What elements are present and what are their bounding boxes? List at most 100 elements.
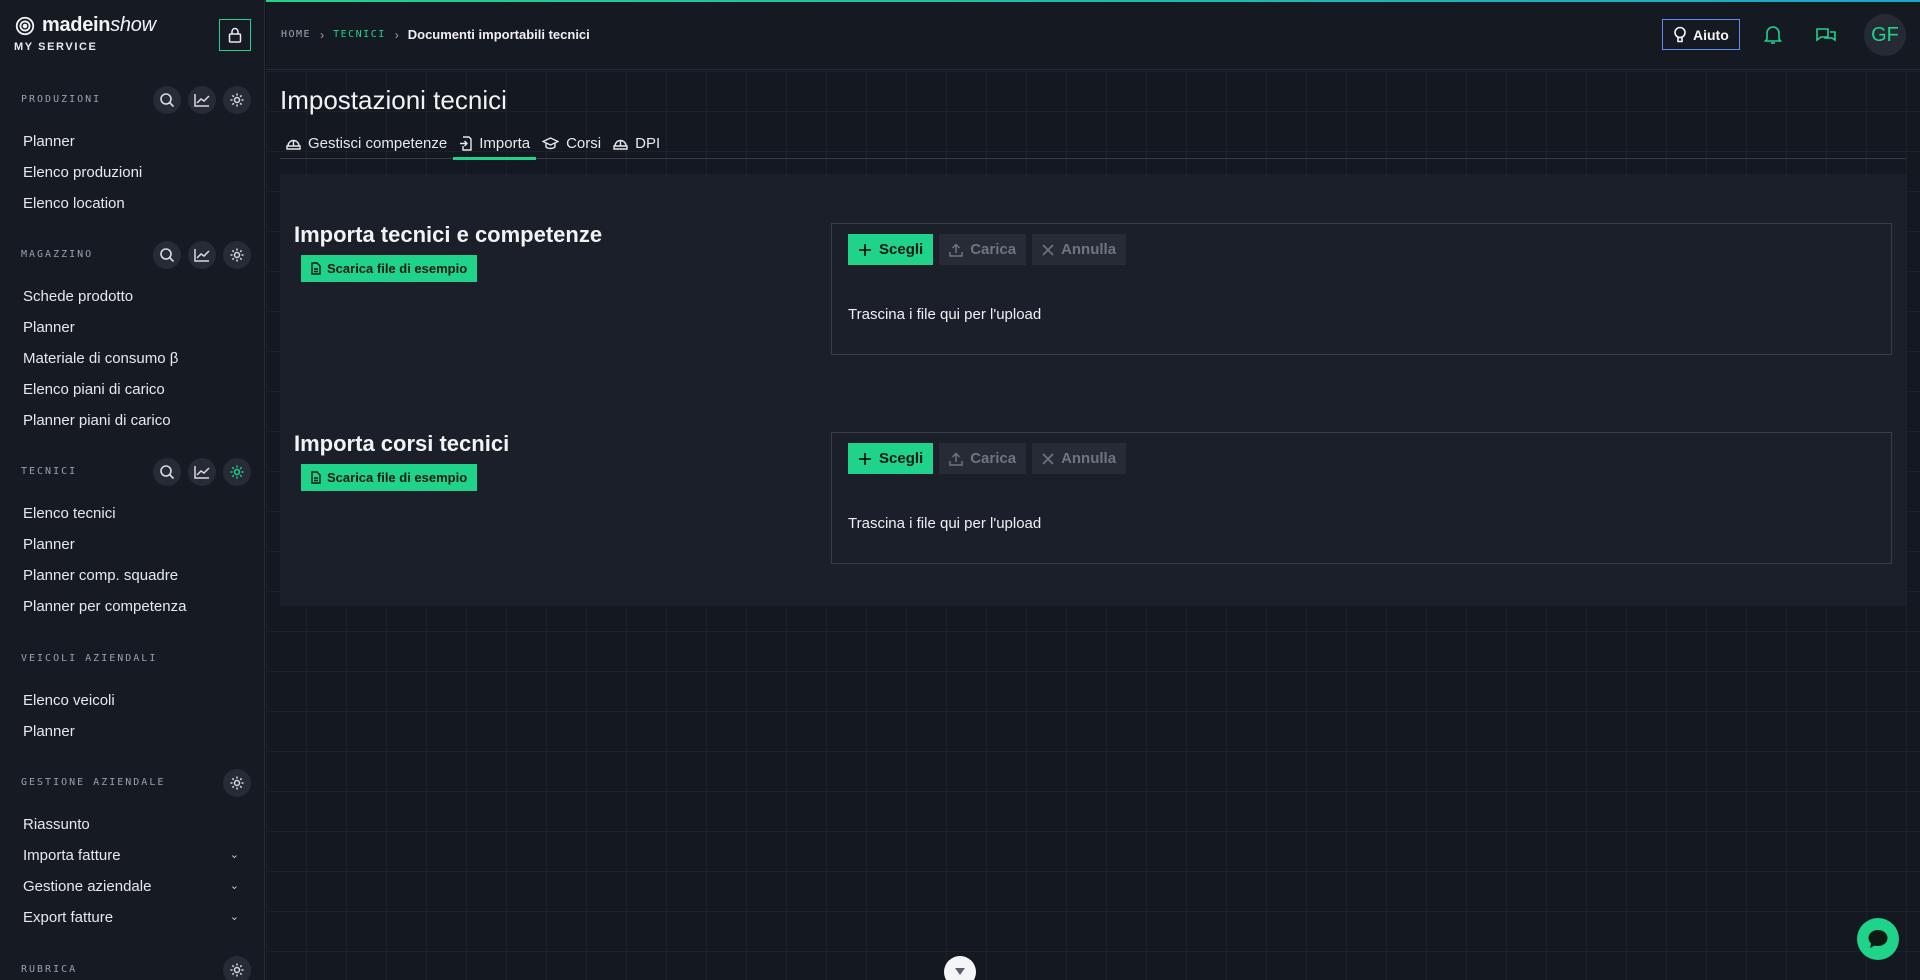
file-upload-dropzone[interactable]: Scegli Carica Annulla Trascina i file qu… [831,432,1892,564]
avatar[interactable]: GF [1864,14,1906,56]
close-icon [1042,452,1054,465]
chat-icon [1868,930,1888,948]
search-icon[interactable] [153,458,181,486]
sidebar-item-materiale-consumo[interactable]: Materiale di consumo β [0,343,264,374]
breadcrumb: HOME › TECNICI › Documenti importabili t… [281,27,590,42]
sidebar-item-planner-comp-squadre[interactable]: Planner comp. squadre [0,560,264,591]
section-title: PRODUZIONI [21,94,102,105]
scroll-down-button[interactable] [944,956,976,980]
file-icon [311,262,321,275]
close-icon [1042,243,1054,256]
chat-support-button[interactable] [1857,918,1899,960]
chevron-right-icon: › [394,27,399,42]
search-icon[interactable] [153,86,181,114]
chevron-down-icon [955,968,965,975]
import-title: Importa corsi tecnici [294,431,510,456]
search-icon[interactable] [153,241,181,269]
choose-file-button[interactable]: Scegli [848,443,934,474]
tab-importa[interactable]: Importa [453,127,536,160]
sidebar-item-planner[interactable]: Planner [0,312,264,343]
section-title: TECNICI [21,466,78,477]
sidebar-item-schede-prodotto[interactable]: Schede prodotto [0,281,264,312]
chat-bubbles-icon[interactable] [1814,23,1838,47]
dropzone-hint: Trascina i file qui per l'upload [848,515,1042,532]
chevron-right-icon: › [320,27,325,42]
import-panel: Importa tecnici e competenze Scarica fil… [280,174,1906,606]
breadcrumb-tecnici[interactable]: TECNICI [333,29,386,40]
upload-icon [949,451,963,466]
cancel-button[interactable]: Annulla [1032,443,1127,474]
section-title: RUBRICA [21,964,78,975]
download-sample-button[interactable]: Scarica file di esempio [301,464,478,491]
chevron-down-icon: ⌄ [229,911,239,923]
sidebar-section-veicoli: VEICOLI AZIENDALI Elenco veicoli Planner [0,643,264,747]
chart-icon[interactable] [188,86,216,114]
sidebar-item-riassunto[interactable]: Riassunto [0,809,264,840]
sidebar-item-planner-piani-carico[interactable]: Planner piani di carico [0,405,264,436]
file-upload-dropzone[interactable]: Scegli Carica Annulla Trascina i file qu… [831,223,1892,355]
bell-icon[interactable] [1761,23,1785,47]
gear-icon[interactable] [223,769,251,797]
upload-button[interactable]: Carica [939,234,1027,265]
choose-file-button[interactable]: Scegli [848,234,934,265]
lock-sidebar-button[interactable] [219,19,251,51]
chevron-down-icon: ⌄ [229,849,239,861]
helmet-icon [286,139,301,150]
plus-icon [859,452,871,465]
dropzone-hint: Trascina i file qui per l'upload [848,306,1042,323]
tab-corsi[interactable]: Corsi [536,127,607,159]
tab-gestisci-competenze[interactable]: Gestisci competenze [280,127,453,159]
tab-dpi[interactable]: DPI [607,127,666,159]
cancel-button[interactable]: Annulla [1032,234,1127,265]
section-title: VEICOLI AZIENDALI [21,653,158,664]
brand-name: madeinshow [42,14,156,36]
sidebar-item-gestione-aziendale[interactable]: Gestione aziendale ⌄ [0,871,264,902]
sidebar-section-tecnici: TECNICI Elenco tecnici Planner Planner c… [0,456,264,622]
brand[interactable]: madeinshow MY SERVICE [14,14,156,53]
upload-icon [949,242,963,257]
brand-logo-icon [15,16,35,35]
sidebar-section-magazzino: MAGAZZINO Schede prodotto Planner Materi… [0,239,264,436]
tab-bar: Gestisci competenze Importa Corsi DPI [280,127,1906,160]
breadcrumb-current: Documenti importabili tecnici [407,27,590,42]
sidebar-item-export-fatture[interactable]: Export fatture ⌄ [0,902,264,933]
download-sample-button[interactable]: Scarica file di esempio [301,255,478,282]
sidebar-item-elenco-piani-carico[interactable]: Elenco piani di carico [0,374,264,405]
breadcrumb-home[interactable]: HOME [281,29,311,40]
sidebar-item-planner[interactable]: Planner [0,126,264,157]
sidebar-item-elenco-produzioni[interactable]: Elenco produzioni [0,157,264,188]
graduation-cap-icon [542,136,560,149]
top-accent-line [266,0,1920,2]
plus-icon [859,243,871,256]
sidebar-item-elenco-location[interactable]: Elenco location [0,188,264,219]
sidebar-section-rubrica: RUBRICA [0,954,264,980]
sidebar-section-gestione-aziendale: GESTIONE AZIENDALE Riassunto Importa fat… [0,767,264,933]
section-title: GESTIONE AZIENDALE [21,777,166,788]
chevron-down-icon: ⌄ [229,880,239,892]
lightbulb-icon [1674,26,1686,42]
gear-icon[interactable] [223,241,251,269]
gear-icon[interactable] [223,86,251,114]
sidebar-item-importa-fatture[interactable]: Importa fatture ⌄ [0,840,264,871]
sidebar: madeinshow MY SERVICE PRODUZIONI Planner… [0,0,265,980]
upload-button[interactable]: Carica [939,443,1027,474]
helmet-icon [613,139,628,150]
main-content: Impostazioni tecnici Gestisci competenze… [266,71,1920,980]
page-title: Impostazioni tecnici [280,85,507,115]
gear-icon[interactable] [223,458,251,486]
import-title: Importa tecnici e competenze [294,222,603,247]
lock-icon [228,27,242,43]
gear-icon[interactable] [223,956,251,980]
sidebar-item-elenco-tecnici[interactable]: Elenco tecnici [0,498,264,529]
import-block-tecnici: Importa tecnici e competenze Scarica fil… [280,174,1906,355]
section-title: MAGAZZINO [21,249,94,260]
sidebar-item-planner-per-competenza[interactable]: Planner per competenza [0,591,264,622]
sidebar-item-elenco-veicoli[interactable]: Elenco veicoli [0,685,264,716]
chart-icon[interactable] [188,241,216,269]
help-button[interactable]: Aiuto [1662,19,1740,50]
file-icon [311,471,321,484]
sidebar-item-planner[interactable]: Planner [0,716,264,747]
sidebar-item-planner[interactable]: Planner [0,529,264,560]
chart-icon[interactable] [188,458,216,486]
import-block-corsi: Importa corsi tecnici Scarica file di es… [280,383,1906,564]
